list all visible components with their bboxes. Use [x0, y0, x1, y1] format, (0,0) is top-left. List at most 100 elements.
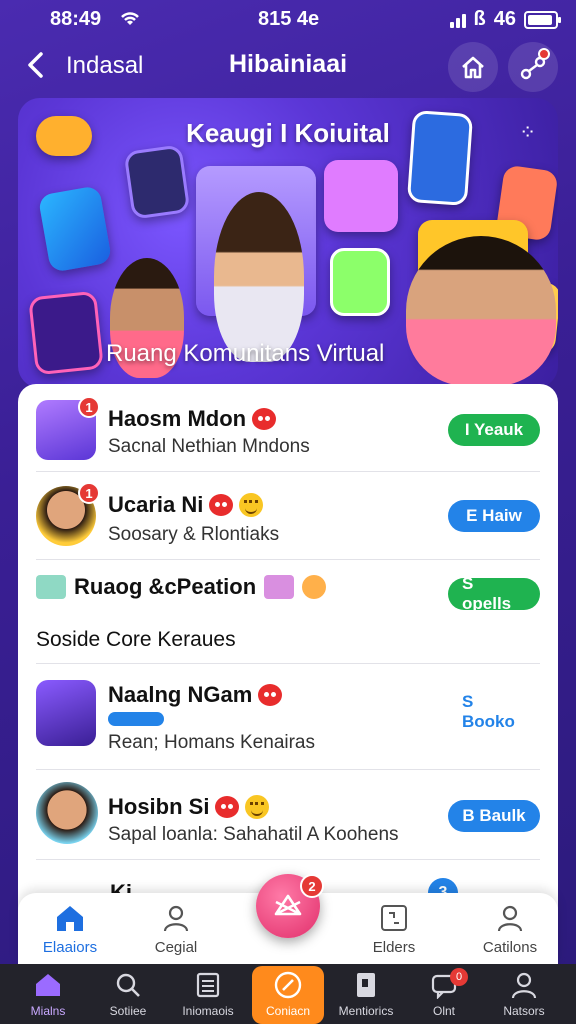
battery-icon: [524, 10, 561, 29]
section-person-icon: [302, 575, 327, 599]
wifi-icon: [118, 9, 142, 32]
status-right: ß 46: [449, 8, 561, 31]
banner-tile-video: [28, 290, 104, 376]
nav-item-info[interactable]: Iniomaois: [168, 970, 248, 1018]
nav-label: Natsors: [503, 1004, 545, 1018]
nav-label: Iniomaois: [182, 1004, 234, 1018]
list-item-title: Naalng NGam: [108, 682, 283, 708]
list-item[interactable]: Naalng NGam Rean; Homans Kenairas S Book…: [36, 672, 540, 770]
section-badge-icon: [264, 575, 295, 599]
banner-tile-cube: [330, 248, 390, 316]
tab-label: Cegial: [154, 939, 198, 956]
list-item-subtitle: Sapal loanla: Sahahatil A Koohens: [108, 824, 399, 845]
status-indicator-icon: ß: [473, 8, 486, 30]
document-icon: [351, 970, 381, 1000]
home-icon: [53, 901, 87, 935]
avatar: [36, 680, 96, 746]
search-icon: [113, 970, 143, 1000]
banner-person-group: [406, 236, 556, 386]
join-button[interactable]: I Yeauk: [448, 414, 540, 446]
more-icon[interactable]: ⁘: [519, 120, 536, 145]
banner-tile-chart: [37, 185, 113, 273]
user-icon: [493, 901, 527, 935]
book-button[interactable]: B Baulk: [448, 800, 540, 832]
smile-emoji-icon: [239, 493, 264, 517]
smile-emoji-icon: [245, 795, 270, 819]
list-item-title: Ucaria Ni: [108, 492, 264, 518]
system-nav-bar: Mialns Sotiiee Iniomaois Coniacn Mentior…: [0, 964, 576, 1024]
join-button[interactable]: E Haiw: [448, 500, 540, 532]
status-center-text: 815 4e: [258, 8, 320, 30]
compose-icon: [273, 970, 303, 1000]
status-bar: 88:49 815 4e ß 46: [0, 0, 576, 38]
share-button[interactable]: [508, 42, 558, 92]
nav-label: Sotiiee: [109, 1004, 147, 1018]
tab-profile[interactable]: Cegial: [128, 901, 224, 956]
nav-item-contact[interactable]: Coniacn: [252, 966, 324, 1024]
status-right-text: 46: [493, 8, 516, 30]
tab-home[interactable]: Elaaiors: [22, 901, 118, 956]
list-item-subtitle: Sacnal Nethian Mndons: [108, 436, 310, 457]
tab-label: Elders: [372, 939, 416, 956]
list-item-title-text: Ucaria Ni: [108, 492, 204, 517]
network-icon: [274, 894, 302, 916]
nav-label: Coniacn: [265, 1004, 311, 1018]
status-time: 88:49: [50, 8, 102, 30]
nav-item-mialns[interactable]: Mialns: [8, 970, 88, 1018]
notification-badge: 1: [78, 482, 100, 504]
list-item-subtitle: Soosary & Rlontiaks: [108, 524, 280, 545]
tab-elders[interactable]: Elders: [346, 901, 442, 956]
banner-tile-gaming: [123, 144, 191, 220]
emoji-icon: [215, 796, 240, 818]
list-item[interactable]: 1 Ucaria Ni Soosary & Rlontiaks E Haiw: [36, 476, 540, 560]
section-title-text: Ruaog &cPeation: [74, 574, 257, 599]
list-item-title: Hosibn Si: [108, 794, 270, 820]
profile-icon: [159, 901, 193, 935]
list-item-subtitle: Rean; Homans Kenairas: [108, 732, 315, 753]
list-item-title: Haosm Mdon: [108, 406, 277, 432]
grid-icon: [377, 901, 411, 935]
emoji-icon: [258, 684, 283, 706]
book-link[interactable]: S Booko: [448, 692, 540, 731]
tab-label: Elaaiors: [42, 939, 98, 956]
list-icon: [193, 970, 223, 1000]
section-header: Ruaog &cPeation S opells: [36, 564, 540, 624]
section-title: Ruaog &cPeation: [36, 574, 327, 600]
list-item-title-text: Naalng NGam: [108, 682, 253, 707]
fab-badge: 2: [300, 874, 324, 898]
tab-catilons[interactable]: Catilons: [462, 901, 558, 956]
nav-badge: 0: [450, 968, 468, 986]
section-icon: [36, 575, 66, 599]
nav-label: Olnt: [432, 1004, 455, 1018]
emoji-icon: [252, 408, 277, 430]
banner-person-main: [214, 192, 304, 362]
nav-item-chat[interactable]: 0 Olnt: [404, 968, 484, 1018]
list-item-title-text: Hosibn Si: [108, 794, 210, 819]
home-icon: [462, 56, 484, 79]
tab-label: Catilons: [482, 939, 538, 956]
nav-label: Mialns: [30, 1004, 66, 1018]
nav-item-search[interactable]: Sotiiee: [88, 970, 168, 1018]
list-item[interactable]: 1 Haosm Mdon Sacnal Nethian Mndons I Yea…: [36, 392, 540, 472]
signal-icon: [449, 12, 466, 28]
section-subheading: Soside Core Keraues: [36, 628, 236, 651]
notification-badge: 1: [78, 396, 100, 418]
home-button[interactable]: [448, 42, 498, 92]
list-item-title-text: Haosm Mdon: [108, 406, 247, 431]
banner-subtitle: Ruang Komunitans Virtual: [106, 340, 385, 367]
tag-chip: [108, 712, 164, 726]
banner-title: Keaugi I Koiuital: [186, 118, 390, 148]
avatar: [36, 782, 98, 844]
app-header: Indasal Hibainiaai: [0, 38, 576, 94]
nav-item-notifications[interactable]: Natsors: [484, 970, 564, 1018]
home-icon: [33, 970, 63, 1000]
nav-item-mentions[interactable]: Mentiorics: [326, 970, 406, 1018]
section-action-button[interactable]: S opells: [448, 574, 540, 613]
section-subheading-row: Soside Core Keraues: [36, 624, 540, 664]
user-icon: [509, 970, 539, 1000]
community-banner[interactable]: Keaugi I Koiuital ⁘ Ruang Komunitans Vir…: [18, 98, 558, 388]
notification-dot: [538, 48, 550, 60]
nav-label: Mentiorics: [338, 1004, 394, 1018]
emoji-icon: [209, 494, 234, 516]
list-item[interactable]: Hosibn Si Sapal loanla: Sahahatil A Kooh…: [36, 774, 540, 860]
